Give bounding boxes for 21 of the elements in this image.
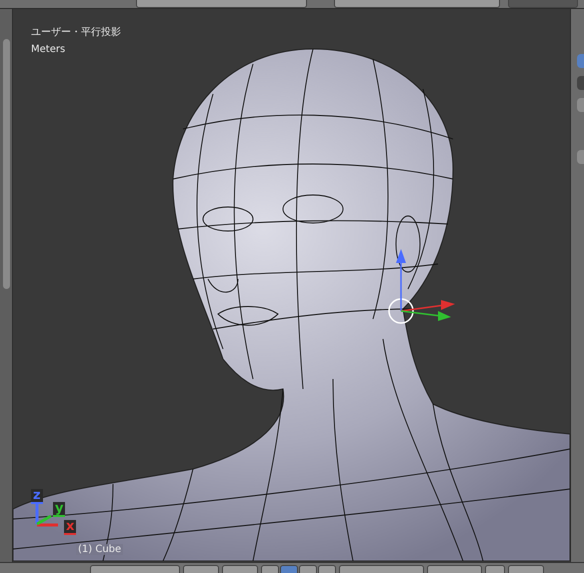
select-mode-buttons[interactable] [427,565,482,573]
mode-dropdown[interactable] [90,565,180,573]
proportional-dropdown[interactable] [508,565,544,573]
scale-toggle[interactable] [318,565,336,573]
scene-dropdown[interactable] [334,0,500,8]
units-label: Meters [31,44,66,55]
occlude-toggle[interactable] [485,565,505,573]
axis-label: z [31,489,43,504]
view-label: ユーザー・平行投影 [31,26,121,39]
manipulator-toggle[interactable] [261,565,279,573]
orientation-dropdown[interactable] [339,565,424,573]
object-label: (1) Cube [76,544,124,555]
layout-dropdown[interactable] [136,0,307,8]
translate-toggle[interactable] [280,565,298,573]
pivot-dropdown[interactable] [222,565,258,573]
axis-label: y [53,502,66,517]
panel-button[interactable] [577,76,584,90]
rotate-toggle[interactable] [299,565,317,573]
axis-label: x [64,520,76,535]
shading-dropdown[interactable] [183,565,219,573]
scrollbar-thumb[interactable] [2,39,10,289]
